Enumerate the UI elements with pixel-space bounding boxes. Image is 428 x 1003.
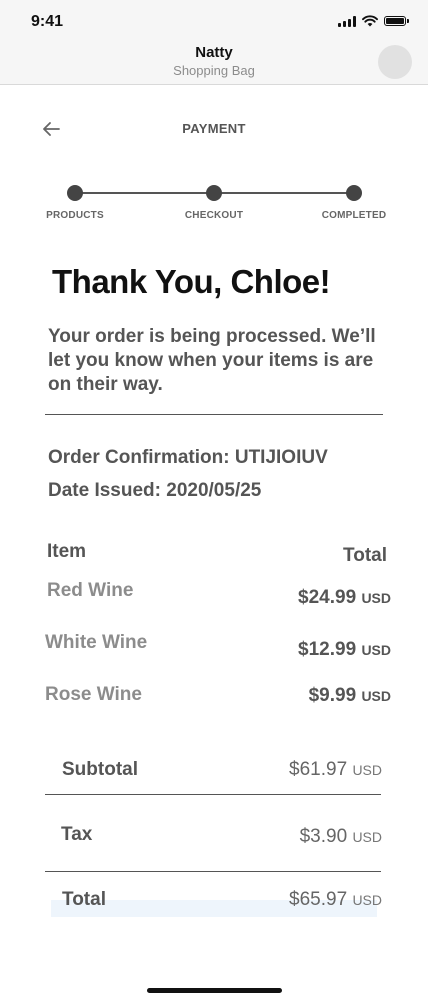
date-value: 2020/05/25 [166,480,262,501]
divider [45,794,381,795]
tax-currency: USD [352,829,382,845]
tax-value: $3.90 USD [300,826,382,848]
total-currency: USD [352,892,382,908]
page-title: PAYMENT [182,121,246,136]
app-title: Natty [195,44,233,61]
item-price-currency: USD [361,688,391,704]
tax-label: Tax [61,824,93,845]
tax-amount: $3.90 [299,826,348,847]
item-name: Red Wine [47,580,134,601]
confirmation-label: Order Confirmation: [48,447,230,468]
item-name: White Wine [45,632,148,653]
home-indicator[interactable] [147,988,282,993]
thank-you-heading: Thank You, Chloe! [52,263,331,300]
item-price-amount: $24.99 [298,587,357,608]
subtotal-value: $61.97 USD [289,759,382,781]
item-name: Rose Wine [45,684,142,705]
wifi-icon [362,15,378,27]
item-price-currency: USD [361,590,391,606]
step-dot-checkout [206,185,222,201]
status-icons [338,15,409,27]
battery-icon [384,16,409,26]
total-label: Total [62,889,106,910]
step-dot-products [67,185,83,201]
confirmation-number: UTIJIOIUV [234,447,328,468]
app-header: 9:41 Natty Shopping Bag [0,0,428,85]
subtotal-amount: $61.97 [289,759,348,780]
item-price-amount: $9.99 [308,685,357,706]
total-column-header: Total [343,545,387,566]
subtotal-label: Subtotal [62,759,138,780]
order-status-message: Your order is being processed. We’ll let… [48,326,376,395]
item-column-header: Item [47,541,87,562]
total-value: $65.97 USD [289,889,382,911]
item-price-amount: $12.99 [298,639,357,660]
step-dot-completed [346,185,362,201]
item-price: $12.99 USD [298,639,391,661]
avatar[interactable] [378,45,412,79]
step-label-completed: COMPLETED [321,210,387,221]
total-amount: $65.97 [289,889,348,910]
item-price: $24.99 USD [298,587,391,609]
status-time: 9:41 [31,13,64,30]
step-label-checkout: CHECKOUT [184,210,244,221]
item-price: $9.99 USD [309,685,391,707]
divider [45,871,381,872]
date-issued: Date Issued: 2020/05/25 [48,480,261,502]
cellular-signal-icon [338,15,356,27]
app-subtitle: Shopping Bag [173,63,255,78]
subtotal-currency: USD [352,762,382,778]
item-price-currency: USD [361,642,391,658]
order-confirmation: Order Confirmation: UTIJIOIUV [48,447,328,469]
divider [45,414,383,415]
date-label: Date Issued: [48,480,161,501]
step-label-products: PRODUCTS [46,210,104,221]
